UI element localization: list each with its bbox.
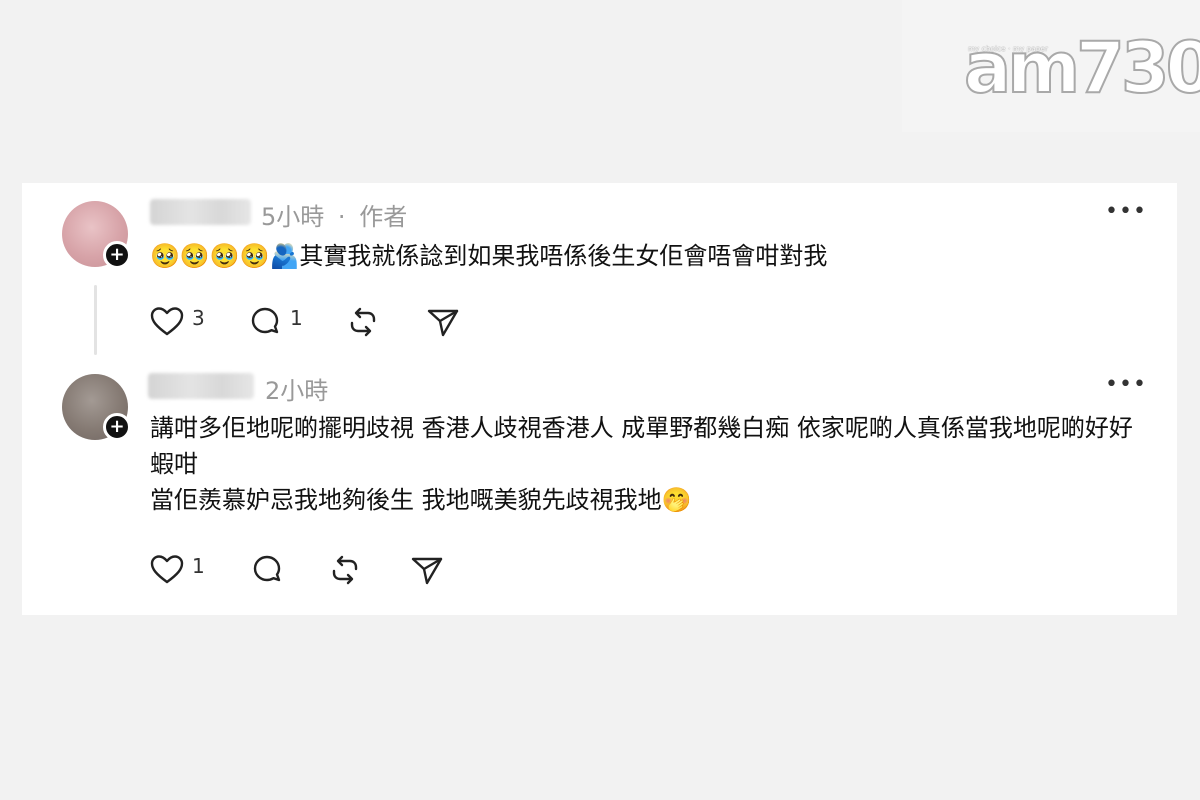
reply-icon <box>253 555 281 582</box>
post-time: 2小時 <box>265 377 329 405</box>
logo-text: am730 <box>963 27 1200 109</box>
heart-icon <box>150 555 184 584</box>
post-text: 講咁多佢地呢啲擺明歧視 香港人歧視香港人 成單野都幾白痴 依家呢啲人真係當我地呢… <box>150 414 1133 514</box>
repost-button[interactable] <box>328 554 362 586</box>
share-button[interactable] <box>410 554 444 586</box>
like-count: 1 <box>192 554 205 578</box>
thread-card: + 5小時 · 作者 ••• 🥹🥹🥹🥹🫂其實我就係諗到如果我唔係後生女佢會唔會咁… <box>22 183 1177 615</box>
thread-post: + 2小時 ••• 講咁多佢地呢啲擺明歧視 香港人歧視香港人 成單野都幾白痴 依… <box>22 183 1177 615</box>
follow-plus-icon[interactable]: + <box>103 413 131 441</box>
repost-icon <box>332 555 358 585</box>
post-meta: 2小時 <box>265 371 328 406</box>
reply-button[interactable] <box>250 554 284 586</box>
more-options-icon[interactable]: ••• <box>1105 374 1146 396</box>
am730-logo-watermark: my choice · my paper am730 <box>902 0 1200 132</box>
screenshot-page: my choice · my paper am730 + 5小時 · 作者 ••… <box>0 0 1200 800</box>
like-button[interactable]: 1 <box>150 554 205 586</box>
share-icon <box>411 557 443 585</box>
username-blurred[interactable] <box>148 373 254 399</box>
